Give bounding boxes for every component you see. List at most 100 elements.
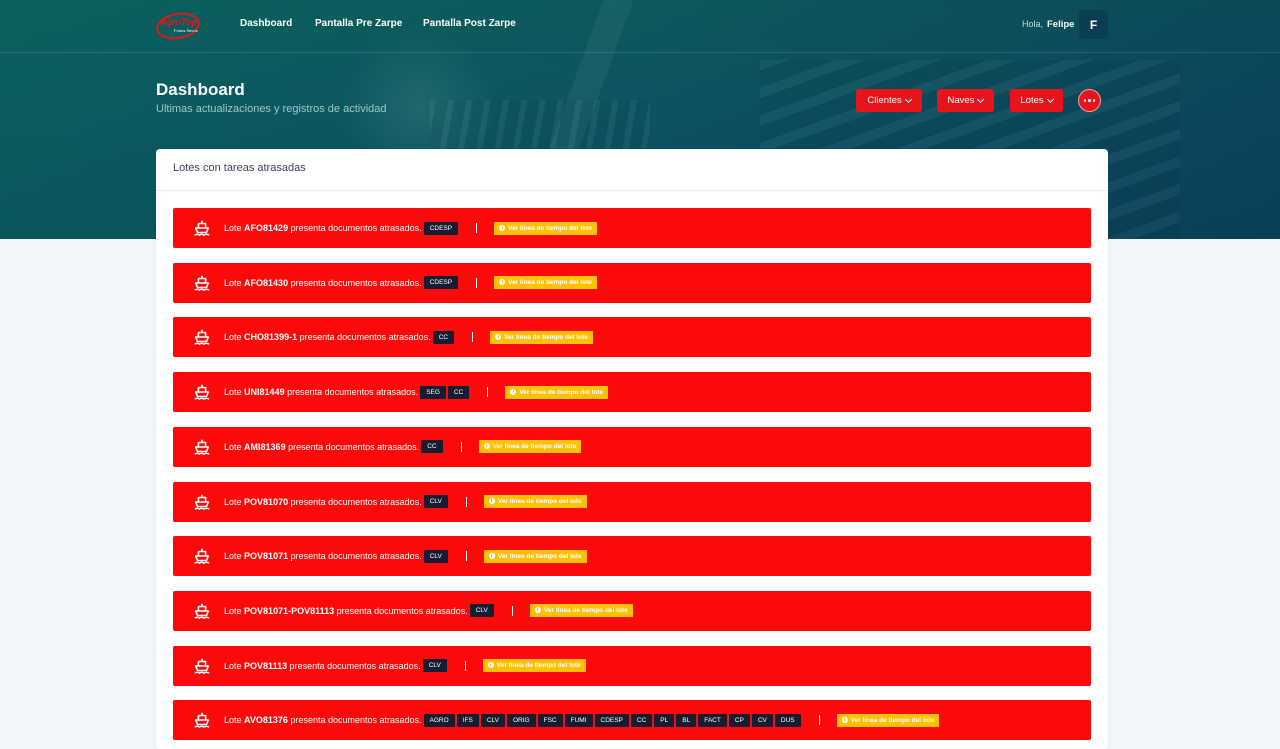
naves-dropdown[interactable]: Naves (937, 89, 994, 112)
info-icon (499, 224, 506, 231)
overdue-lot-alert: Lote CHO81399-1 presenta documentos atra… (173, 317, 1091, 358)
timeline-button-label: Ver línea de tiempo del lote (497, 498, 582, 505)
separator (465, 551, 467, 562)
page-subtitle: Ultimas actualizaciones y registros de a… (156, 103, 387, 115)
separator (472, 332, 474, 343)
timeline-button-label: Ver línea de tiempo del lote (508, 279, 592, 287)
view-lot-timeline-button[interactable]: Ver línea de tiempo del lote (482, 659, 586, 673)
separator (465, 496, 467, 507)
info-icon (488, 498, 495, 504)
dot-icon (1092, 99, 1096, 102)
document-tag: CDESP (423, 221, 459, 235)
alert-prefix: Lote (224, 605, 242, 616)
chevron-down-icon (977, 95, 985, 103)
lot-id: CHO81399-1 (244, 332, 298, 343)
alert-message: Lote UNI81449 presenta documentos atrasa… (224, 387, 418, 397)
document-tag: BL (676, 713, 697, 727)
document-tag: PL (654, 713, 675, 727)
view-lot-timeline-button[interactable]: Ver línea de tiempo del lote (494, 221, 597, 235)
info-icon (534, 607, 541, 614)
ship-icon (193, 438, 211, 456)
alert-suffix: presenta documentos atrasados. (336, 605, 468, 616)
alert-message: Lote POV81113 presenta documentos atrasa… (224, 661, 421, 671)
overdue-lot-alert: Lote AVO81376 presenta documentos atrasa… (173, 700, 1091, 741)
alert-suffix: presenta documentos atrasados. (290, 715, 422, 726)
chevron-down-icon (1046, 95, 1054, 103)
overdue-lot-alert: Lote AFO81429 presenta documentos atrasa… (173, 208, 1091, 248)
timeline-button-label: Ver línea de tiempo del lote (504, 333, 588, 341)
nav-pantalla-pre-zarpe[interactable]: Pantalla Pre Zarpe (315, 18, 402, 29)
clientes-dropdown[interactable]: Clientes (856, 89, 922, 112)
overdue-lot-alert: Lote POV81071 presenta documentos atrasa… (173, 536, 1091, 577)
alert-prefix: Lote (224, 715, 242, 726)
timeline-button-label: Ver línea de tiempo del lote (497, 552, 582, 560)
document-tag: CDESP (423, 276, 459, 290)
nav-pantalla-post-zarpe[interactable]: Pantalla Post Zarpe (423, 18, 516, 29)
alert-message: Lote POV81070 presenta documentos atrasa… (224, 497, 422, 507)
ship-icon (193, 657, 211, 675)
alert-message: Lote POV81071-POV81113 presenta document… (224, 606, 468, 616)
alert-suffix: presenta documentos atrasados. (287, 387, 419, 398)
view-lot-timeline-button[interactable]: Ver línea de tiempo del lote (836, 713, 940, 727)
separator (476, 277, 478, 288)
alert-suffix: presenta documentos atrasados. (299, 332, 431, 343)
user-avatar[interactable]: F (1079, 10, 1108, 39)
timeline-button-label: Ver línea de tiempo del lote (496, 662, 581, 670)
view-lot-timeline-button[interactable]: Ver línea de tiempo del lote (490, 330, 593, 344)
document-tag: FSC (537, 713, 563, 727)
lot-id: POV81071-POV81113 (244, 605, 335, 616)
lotes-dropdown[interactable]: Lotes (1010, 89, 1063, 112)
alert-message: Lote AFO81429 presenta documentos atrasa… (224, 223, 422, 233)
document-tag: CC (432, 330, 455, 344)
info-icon (488, 552, 495, 559)
alert-suffix: presenta documentos atrasados. (289, 660, 421, 671)
nav-dashboard[interactable]: Dashboard (240, 18, 292, 29)
timeline-button-label: Ver línea de tiempo del lote (850, 716, 935, 724)
brand-logo[interactable]: AgroTop Frutos Secos (154, 9, 202, 43)
overdue-lot-alert: Lote POV81070 presenta documentos atrasa… (173, 481, 1091, 522)
alert-prefix: Lote (224, 551, 242, 562)
document-tag: FUMI (564, 713, 593, 727)
view-lot-timeline-button[interactable]: Ver línea de tiempo del lote (483, 495, 587, 508)
user-name[interactable]: Felipe (1047, 19, 1074, 30)
document-tag: CC (421, 440, 443, 454)
view-lot-timeline-button[interactable]: Ver línea de tiempo del lote (478, 440, 582, 454)
lot-id: POV81113 (244, 660, 288, 671)
lot-id: UNI81449 (244, 387, 285, 398)
document-tag: CLV (423, 549, 448, 563)
alert-suffix: presenta documentos atrasados. (290, 223, 422, 233)
info-icon (510, 388, 517, 395)
alert-prefix: Lote (224, 332, 242, 343)
view-lot-timeline-button[interactable]: Ver línea de tiempo del lote (529, 604, 633, 618)
more-options-button[interactable] (1078, 89, 1101, 112)
alert-prefix: Lote (224, 223, 242, 233)
alert-message: Lote AVO81376 presenta documentos atrasa… (224, 715, 422, 725)
alert-prefix: Lote (224, 387, 242, 398)
alert-suffix: presenta documentos atrasados. (290, 551, 422, 562)
overdue-lot-alert: Lote UNI81449 presenta documentos atrasa… (173, 372, 1091, 413)
card-divider (156, 190, 1108, 191)
ship-icon (193, 274, 211, 292)
document-tag: CP (728, 713, 750, 727)
document-tag: FACT (698, 713, 727, 727)
view-lot-timeline-button[interactable]: Ver línea de tiempo del lote (483, 549, 587, 563)
overdue-lot-alert: Lote POV81071-POV81113 presenta document… (173, 590, 1091, 631)
lot-id: AFO81430 (244, 277, 289, 288)
overdue-lot-alert: Lote AFO81430 presenta documentos atrasa… (173, 262, 1091, 303)
separator (818, 715, 820, 726)
document-tag: ORIG (506, 713, 536, 727)
alert-message: Lote POV81071 presenta documentos atrasa… (224, 551, 422, 561)
ship-icon (193, 493, 211, 511)
lot-id: POV81071 (244, 551, 289, 562)
lot-id: AFO81429 (244, 223, 289, 233)
info-icon (483, 443, 490, 450)
view-lot-timeline-button[interactable]: Ver línea de tiempo del lote (505, 385, 609, 399)
document-tag: CLV (422, 659, 447, 673)
document-tag: SEG (420, 385, 446, 399)
document-tag: AGRO (423, 713, 455, 727)
info-icon (499, 279, 506, 286)
view-lot-timeline-button[interactable]: Ver línea de tiempo del lote (494, 276, 597, 290)
document-tag: CDESP (594, 713, 629, 727)
logo-subtext: Frutos Secos (174, 28, 198, 33)
timeline-button-label: Ver línea de tiempo del lote (492, 443, 577, 451)
